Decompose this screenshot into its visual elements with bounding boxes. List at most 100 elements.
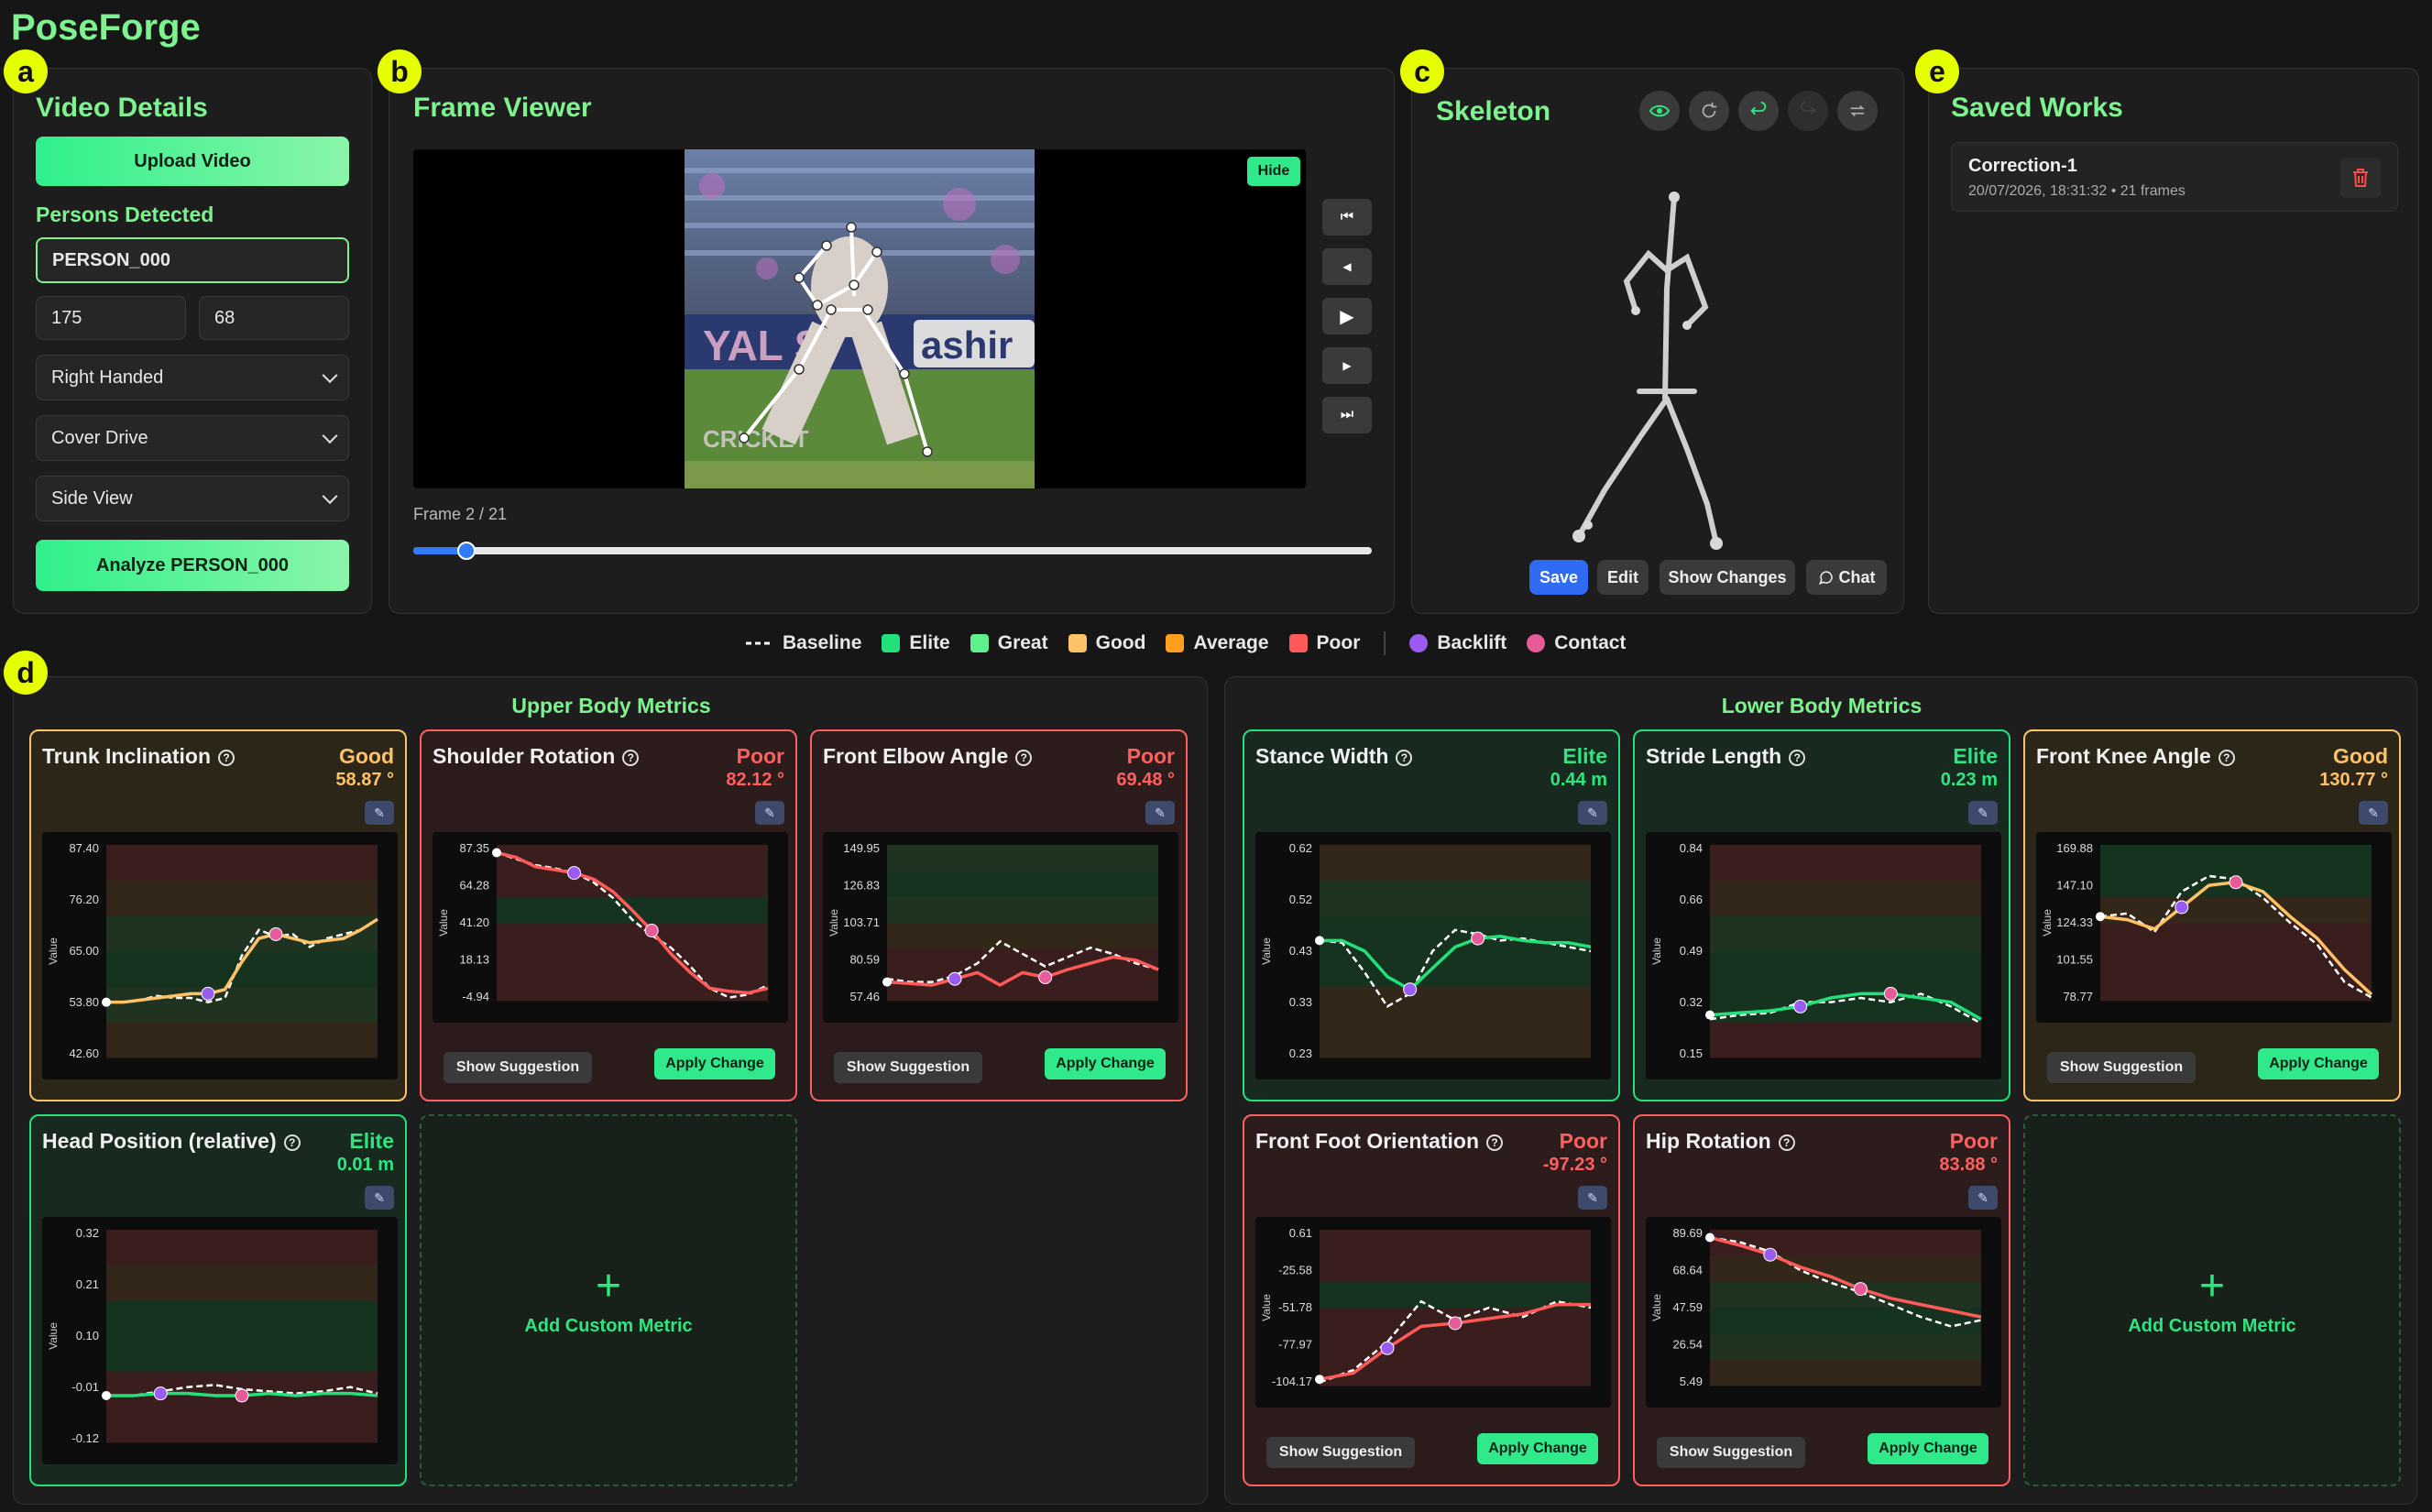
undo-button[interactable] bbox=[1738, 91, 1779, 131]
person-select[interactable]: PERSON_000 bbox=[36, 237, 349, 283]
edit-metric-button[interactable]: ✎ bbox=[1145, 801, 1175, 825]
video-canvas[interactable]: YAL S ashir CRICKET Hide bbox=[413, 149, 1306, 488]
show-suggestion-button[interactable]: Show Suggestion bbox=[2047, 1052, 2196, 1083]
toggle-visibility-button[interactable] bbox=[1639, 91, 1680, 131]
y-tick-label: 87.35 bbox=[459, 841, 489, 855]
help-icon[interactable]: ? bbox=[1396, 749, 1413, 766]
add-custom-metric-label: Add Custom Metric bbox=[524, 1315, 693, 1336]
help-icon[interactable]: ? bbox=[1789, 749, 1806, 766]
hide-overlay-button[interactable]: Hide bbox=[1247, 157, 1300, 186]
view-select[interactable]: Side View bbox=[36, 476, 349, 521]
upper-body-title: Upper Body Metrics bbox=[511, 694, 711, 718]
contact-marker[interactable] bbox=[1471, 931, 1485, 946]
show-suggestion-button[interactable]: Show Suggestion bbox=[444, 1052, 592, 1083]
backlift-marker[interactable] bbox=[1380, 1341, 1395, 1355]
edit-metric-button[interactable]: ✎ bbox=[1578, 1186, 1607, 1210]
contact-marker[interactable] bbox=[235, 1388, 249, 1403]
help-icon[interactable]: ? bbox=[1015, 749, 1033, 766]
show-suggestion-button[interactable]: Show Suggestion bbox=[834, 1052, 982, 1083]
backlift-marker[interactable] bbox=[948, 971, 962, 986]
edit-metric-button[interactable]: ✎ bbox=[1578, 801, 1607, 825]
apply-change-button[interactable]: Apply Change bbox=[654, 1048, 775, 1079]
show-changes-button[interactable]: Show Changes bbox=[1660, 560, 1795, 595]
edit-metric-button[interactable]: ✎ bbox=[365, 1186, 394, 1210]
y-axis-label: Value bbox=[437, 909, 450, 937]
contact-marker[interactable] bbox=[1853, 1282, 1868, 1297]
help-icon[interactable]: ? bbox=[2218, 749, 2235, 766]
contact-marker[interactable] bbox=[1038, 970, 1053, 984]
metric-chart: 87.40 76.20 65.00 53.80 42.60 Value bbox=[42, 832, 398, 1079]
metric-value: 82.12 ° bbox=[726, 770, 784, 790]
trash-icon bbox=[2353, 169, 2368, 187]
apply-change-button[interactable]: Apply Change bbox=[2258, 1048, 2379, 1079]
y-tick-label: 101.55 bbox=[2056, 953, 2093, 967]
analyze-button[interactable]: Analyze PERSON_000 bbox=[36, 540, 349, 591]
backlift-marker[interactable] bbox=[201, 986, 215, 1001]
contact-marker[interactable] bbox=[2229, 875, 2243, 890]
help-icon[interactable]: ? bbox=[1778, 1134, 1795, 1151]
edit-metric-button[interactable]: ✎ bbox=[1968, 1186, 1998, 1210]
handedness-select[interactable]: Right Handed bbox=[36, 355, 349, 400]
start-point bbox=[2096, 912, 2105, 922]
edit-button[interactable]: Edit bbox=[1597, 560, 1649, 595]
save-button[interactable]: Save bbox=[1529, 560, 1588, 595]
upload-video-button[interactable]: Upload Video bbox=[36, 137, 349, 186]
contact-marker[interactable] bbox=[1883, 986, 1898, 1001]
saved-work-item[interactable]: Correction-1 20/07/2026, 18:31:32 • 21 f… bbox=[1951, 142, 2398, 212]
prev-frame-button[interactable]: ◀ bbox=[1322, 248, 1372, 285]
legend-average-label: Average bbox=[1193, 632, 1269, 653]
y-tick-label: 0.15 bbox=[1680, 1046, 1703, 1060]
help-icon[interactable]: ? bbox=[1486, 1134, 1504, 1151]
add-custom-metric-card[interactable]: + Add Custom Metric bbox=[420, 1114, 797, 1486]
edit-metric-button[interactable]: ✎ bbox=[1968, 801, 1998, 825]
contact-marker[interactable] bbox=[1448, 1316, 1462, 1331]
chat-button[interactable]: Chat bbox=[1806, 560, 1887, 595]
skeleton-3d-view[interactable] bbox=[1504, 179, 1797, 564]
y-axis-label: Value bbox=[1260, 937, 1273, 965]
backlift-dot bbox=[1409, 634, 1429, 652]
apply-change-button[interactable]: Apply Change bbox=[1045, 1048, 1166, 1079]
metric-name-text: Stride Length bbox=[1646, 744, 1782, 768]
backlift-marker[interactable] bbox=[153, 1386, 168, 1401]
height-field[interactable]: 175 bbox=[36, 296, 186, 340]
reset-button[interactable] bbox=[1689, 91, 1729, 131]
contact-marker[interactable] bbox=[644, 924, 659, 937]
show-suggestion-button[interactable]: Show Suggestion bbox=[1266, 1437, 1415, 1468]
help-icon[interactable]: ? bbox=[218, 749, 236, 766]
metric-name-text: Front Elbow Angle bbox=[823, 744, 1009, 768]
redo-button[interactable] bbox=[1788, 91, 1828, 131]
backlift-marker[interactable] bbox=[1403, 982, 1418, 997]
frame-slider[interactable] bbox=[413, 542, 1372, 560]
delete-saved-work-button[interactable] bbox=[2340, 158, 2381, 198]
eye-icon bbox=[1649, 104, 1671, 117]
backlift-marker[interactable] bbox=[1763, 1247, 1778, 1262]
contact-marker[interactable] bbox=[268, 926, 283, 941]
help-icon[interactable]: ? bbox=[283, 1134, 301, 1151]
shot-type-select[interactable]: Cover Drive bbox=[36, 415, 349, 461]
weight-field[interactable]: 68 bbox=[199, 296, 349, 340]
show-suggestion-button[interactable]: Show Suggestion bbox=[1657, 1437, 1805, 1468]
badge-e: e bbox=[1915, 49, 1959, 93]
help-icon[interactable]: ? bbox=[622, 749, 640, 766]
swap-button[interactable] bbox=[1837, 91, 1878, 131]
metric-chart: 0.84 0.66 0.49 0.32 0.15 Value bbox=[1646, 832, 2001, 1079]
backlift-marker[interactable] bbox=[1793, 999, 1808, 1013]
y-tick-label: 26.54 bbox=[1672, 1338, 1703, 1352]
edit-metric-button[interactable]: ✎ bbox=[365, 801, 394, 825]
frame-slider-thumb[interactable] bbox=[457, 542, 477, 560]
add-custom-metric-card[interactable]: + Add Custom Metric bbox=[2023, 1114, 2401, 1486]
last-frame-button[interactable]: ⏭ bbox=[1322, 397, 1372, 433]
edit-metric-button[interactable]: ✎ bbox=[755, 801, 784, 825]
backlift-marker[interactable] bbox=[567, 866, 582, 881]
edit-metric-button[interactable]: ✎ bbox=[2359, 801, 2388, 825]
next-frame-button[interactable]: ▶ bbox=[1322, 347, 1372, 384]
swap-icon bbox=[1850, 104, 1865, 117]
metric-name-text: Head Position (relative) bbox=[42, 1129, 277, 1153]
apply-change-button[interactable]: Apply Change bbox=[1477, 1433, 1598, 1464]
y-axis-label: Value bbox=[1650, 937, 1663, 965]
play-button[interactable]: ▶ bbox=[1322, 298, 1372, 334]
first-frame-button[interactable]: ⏮ bbox=[1322, 199, 1372, 236]
apply-change-button[interactable]: Apply Change bbox=[1868, 1433, 1988, 1464]
metric-chart: 0.62 0.52 0.43 0.33 0.23 Value bbox=[1255, 832, 1611, 1079]
backlift-marker[interactable] bbox=[2175, 900, 2189, 915]
